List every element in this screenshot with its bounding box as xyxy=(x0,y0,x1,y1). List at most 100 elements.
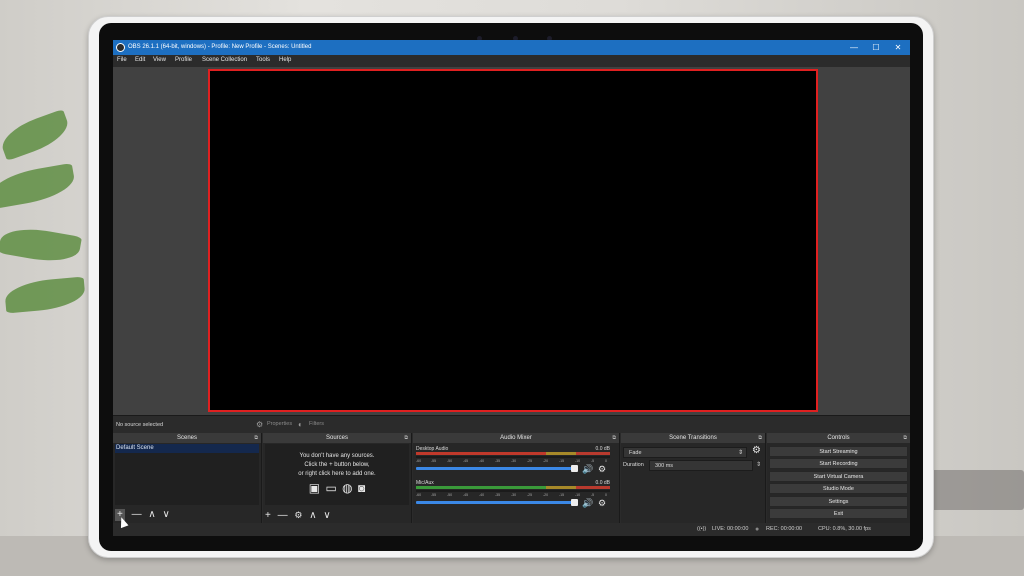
start-recording-button[interactable]: Start Recording xyxy=(769,458,908,469)
cpu-fps: CPU: 0.8%, 30.00 fps xyxy=(818,526,871,532)
menu-profile[interactable]: Profile xyxy=(175,57,192,63)
menu-file[interactable]: File xyxy=(117,57,127,63)
move-source-up-button[interactable]: ∧ xyxy=(309,510,316,522)
start-virtual-camera-button[interactable]: Start Virtual Camera xyxy=(769,471,908,482)
menu-tools[interactable]: Tools xyxy=(256,57,270,63)
transition-select[interactable]: Fade ⇕ xyxy=(623,447,747,458)
meter-scale: -60 -55 -50 -45 -40 -35 -30 -25 -20 -15 … xyxy=(416,459,607,463)
transition-selected: Fade xyxy=(629,450,642,456)
scenes-header: Scenes ⧉ xyxy=(113,433,261,443)
volume-slider-handle[interactable] xyxy=(571,499,578,506)
duration-label: Duration xyxy=(623,462,644,468)
preview-canvas[interactable] xyxy=(208,69,818,412)
undock-icon[interactable]: ⧉ xyxy=(404,433,408,443)
mic-aux-channel: Mic/Aux 0.0 dB -60 -55 -50 -45 -40 -35 -… xyxy=(416,480,610,510)
title-bar[interactable]: OBS 26.1.1 (64-bit, windows) - Profile: … xyxy=(113,40,910,55)
live-time: LIVE: 00:00:00 xyxy=(712,526,749,532)
empty-line-1: You don't have any sources. xyxy=(299,453,375,459)
audio-mixer-title: Audio Mixer xyxy=(500,435,532,441)
undock-icon[interactable]: ⧉ xyxy=(758,433,762,443)
gear-icon[interactable]: ⚙ xyxy=(598,498,606,509)
source-type-icons: ▣ ▭ ◍ ◙ xyxy=(265,481,409,495)
browser-icon: ◍ xyxy=(342,481,353,495)
speaker-icon[interactable]: 🔊 xyxy=(582,464,593,475)
exit-button[interactable]: Exit xyxy=(769,508,908,519)
move-scene-up-button[interactable]: ∧ xyxy=(148,509,155,521)
move-scene-down-button[interactable]: ∨ xyxy=(163,509,170,521)
properties-button[interactable]: ⚙ Properties xyxy=(253,418,292,431)
duration-spinner-icon[interactable]: ⇕ xyxy=(756,460,761,471)
duration-value: 300 ms xyxy=(655,463,674,469)
scene-transitions-dock: Scene Transitions ⧉ Fade ⇕ ⚙ Duration 30… xyxy=(621,433,766,523)
display-icon: ▭ xyxy=(325,481,337,495)
rec-time: REC: 00:00:00 xyxy=(766,526,803,532)
status-bar: ((•)) LIVE: 00:00:00 ● REC: 00:00:00 CPU… xyxy=(113,523,910,536)
controls-title: Controls xyxy=(827,435,850,441)
menu-bar: File Edit View Profile Scene Collection … xyxy=(113,55,910,67)
source-properties-gear-icon[interactable]: ⚙ xyxy=(294,509,302,521)
obs-logo-icon xyxy=(116,43,125,52)
speaker-icon[interactable]: 🔊 xyxy=(582,498,593,509)
window-title: OBS 26.1.1 (64-bit, windows) - Profile: … xyxy=(128,44,312,50)
obs-window: OBS 26.1.1 (64-bit, windows) - Profile: … xyxy=(113,40,910,536)
meter-scale: -60 -55 -50 -45 -40 -35 -30 -25 -20 -15 … xyxy=(416,493,607,497)
undock-icon[interactable]: ⧉ xyxy=(612,433,616,443)
gear-icon: ⚙ xyxy=(256,420,264,429)
settings-button[interactable]: Settings xyxy=(769,496,908,507)
scene-item-default[interactable]: Default Scene xyxy=(115,444,259,453)
source-toolbar: No source selected ⚙ Properties ◐ Filter… xyxy=(113,415,910,433)
menu-help[interactable]: Help xyxy=(279,57,291,63)
transition-gear-icon[interactable]: ⚙ xyxy=(752,445,761,456)
volume-slider[interactable] xyxy=(416,467,576,470)
empty-sources-message: You don't have any sources. Click the + … xyxy=(265,452,409,479)
no-source-label: No source selected xyxy=(116,422,164,428)
live-indicator-icon: ((•)) xyxy=(697,526,707,532)
audio-mixer-header: Audio Mixer ⧉ xyxy=(413,433,619,443)
sources-toolbar: + — ⚙ ∧ ∨ xyxy=(265,509,335,521)
undock-icon[interactable]: ⧉ xyxy=(254,433,258,443)
empty-line-2: Click the + button below, xyxy=(304,462,370,468)
shelf-decoration xyxy=(929,470,1024,510)
volume-slider-handle[interactable] xyxy=(571,465,578,472)
menu-scene-collection[interactable]: Scene Collection xyxy=(202,57,247,63)
minimize-button[interactable]: — xyxy=(842,40,866,55)
chevron-updown-icon: ⇕ xyxy=(737,450,743,456)
scene-transitions-header: Scene Transitions ⧉ xyxy=(621,433,765,443)
close-button[interactable]: ✕ xyxy=(886,40,910,55)
add-source-button[interactable]: + xyxy=(265,510,271,522)
gear-icon[interactable]: ⚙ xyxy=(598,464,606,475)
remove-source-button[interactable]: — xyxy=(278,510,288,522)
peak-meter xyxy=(416,490,610,492)
empty-line-3: or right click here to add one. xyxy=(298,471,376,477)
maximize-button[interactable]: ☐ xyxy=(864,40,888,55)
menu-view[interactable]: View xyxy=(153,57,166,63)
peak-meter xyxy=(416,456,610,458)
sources-header: Sources ⧉ xyxy=(263,433,411,443)
volume-meter xyxy=(416,486,610,489)
scenes-list[interactable]: Default Scene xyxy=(115,444,259,505)
filters-button[interactable]: ◐ Filters xyxy=(295,418,324,431)
rec-indicator-icon: ● xyxy=(755,526,760,533)
camera-icon: ◙ xyxy=(357,481,366,495)
move-source-down-button[interactable]: ∨ xyxy=(323,510,330,522)
sources-dock: Sources ⧉ You don't have any sources. Cl… xyxy=(263,433,412,523)
volume-meter xyxy=(416,452,610,455)
sources-title: Sources xyxy=(325,435,348,441)
remove-scene-button[interactable]: — xyxy=(132,509,142,521)
sources-list[interactable]: You don't have any sources. Click the + … xyxy=(265,444,409,505)
menu-edit[interactable]: Edit xyxy=(135,57,145,63)
volume-slider[interactable] xyxy=(416,501,576,504)
start-streaming-button[interactable]: Start Streaming xyxy=(769,446,908,457)
undock-icon[interactable]: ⧉ xyxy=(903,433,907,443)
filter-icon: ◐ xyxy=(298,420,303,429)
plant-decoration xyxy=(0,108,95,370)
scenes-dock: Scenes ⧉ Default Scene + — ∧ ∨ xyxy=(113,433,262,523)
duration-input[interactable]: 300 ms xyxy=(649,460,753,471)
preview-area xyxy=(113,67,910,415)
properties-label: Properties xyxy=(267,421,293,427)
audio-mixer-dock: Audio Mixer ⧉ Desktop Audio 0.0 dB -60 -… xyxy=(413,433,620,523)
filters-label: Filters xyxy=(309,421,324,427)
desktop-audio-channel: Desktop Audio 0.0 dB -60 -55 -50 -45 -40… xyxy=(416,446,610,476)
image-icon: ▣ xyxy=(308,481,321,495)
studio-mode-button[interactable]: Studio Mode xyxy=(769,483,908,494)
